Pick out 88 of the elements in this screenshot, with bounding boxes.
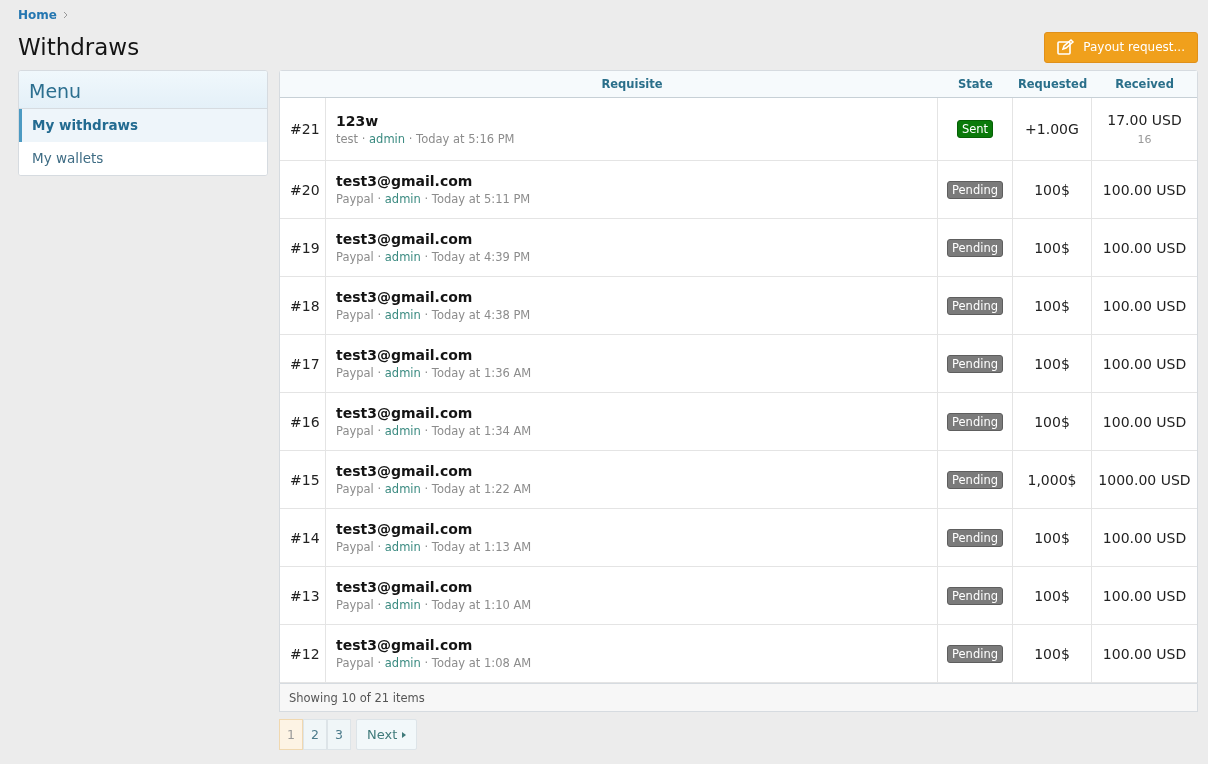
- received-amount: 100.00 USD: [1102, 297, 1187, 314]
- caret-icon: [402, 731, 407, 738]
- requested-amount: 1,000$: [1027, 471, 1077, 488]
- received-amount: 100.00 USD: [1102, 355, 1187, 372]
- requested-amount: 100$: [1034, 297, 1070, 314]
- received-amount: 100.00 USD: [1102, 239, 1187, 256]
- user-link[interactable]: admin: [369, 131, 406, 146]
- received-amount: 1000.00 USD: [1098, 471, 1191, 488]
- requisite-meta: Paypal · admin · Today at 4:39 PM: [336, 250, 531, 264]
- requested-amount: 100$: [1034, 413, 1070, 430]
- requisite-meta: Paypal · admin · Today at 1:08 AM: [336, 656, 532, 670]
- state-badge: Pending: [947, 296, 1003, 315]
- requisite-meta: Paypal · admin · Today at 5:11 PM: [336, 192, 531, 206]
- requested-amount: 100$: [1034, 355, 1070, 372]
- requisite-title: test3@gmail.com: [336, 289, 473, 305]
- user-link[interactable]: admin: [384, 598, 421, 612]
- requested-amount: 100$: [1034, 181, 1070, 198]
- received-note: 16: [1137, 133, 1152, 146]
- row-number: #20: [290, 181, 320, 198]
- received-amount: 100.00 USD: [1102, 529, 1187, 546]
- requisite-meta: Paypal · admin · Today at 1:34 AM: [336, 424, 532, 438]
- column-header: Requested: [1016, 76, 1089, 93]
- requested-amount: 100$: [1034, 239, 1070, 256]
- state-badge: Pending: [947, 528, 1003, 547]
- requisite-title: test3@gmail.com: [336, 405, 473, 421]
- requisite-title: test3@gmail.com: [336, 347, 473, 363]
- received-amount: 100.00 USD: [1102, 587, 1187, 604]
- chevron-icon: [62, 11, 68, 19]
- column-header: State: [957, 76, 994, 93]
- row-number: #18: [290, 297, 320, 314]
- row-number: #21: [290, 121, 320, 137]
- requisite-title: test3@gmail.com: [336, 231, 473, 247]
- requisite-title: test3@gmail.com: [336, 463, 473, 479]
- row-number: #12: [290, 645, 320, 662]
- state-badge: Pending: [947, 238, 1003, 257]
- requisite-meta: Paypal · admin · Today at 1:22 AM: [336, 482, 532, 496]
- column-header: Received: [1114, 76, 1175, 93]
- requisite-title: test3@gmail.com: [336, 637, 473, 653]
- items-count: Showing 10 of 21 items: [289, 690, 425, 705]
- row-number: #14: [290, 529, 320, 546]
- user-link[interactable]: admin: [384, 308, 421, 322]
- requisite-meta: Paypal · admin · Today at 1:36 AM: [336, 366, 532, 380]
- row-number: #15: [290, 471, 320, 488]
- page-title: Withdraws: [18, 34, 140, 60]
- page-button[interactable]: 1: [279, 719, 303, 750]
- user-link[interactable]: admin: [384, 656, 421, 670]
- payout-request-button[interactable]: Payout request...: [1044, 31, 1198, 63]
- user-link[interactable]: admin: [384, 540, 421, 554]
- row-number: #13: [290, 587, 320, 604]
- requested-amount: 100$: [1034, 587, 1070, 604]
- next-button[interactable]: Next: [356, 719, 418, 750]
- user-link[interactable]: admin: [384, 366, 421, 380]
- state-badge: Pending: [947, 470, 1003, 489]
- received-amount: 100.00 USD: [1102, 645, 1187, 662]
- breadcrumb-link[interactable]: Home: [18, 8, 57, 22]
- user-link[interactable]: admin: [384, 192, 421, 206]
- menu-title: Menu: [19, 71, 267, 109]
- requisite-meta: Paypal · admin · Today at 4:38 PM: [336, 308, 531, 322]
- received-amount: 17.00 USD: [1107, 112, 1182, 128]
- state-badge: Pending: [947, 354, 1003, 373]
- state-badge: Pending: [947, 412, 1003, 431]
- page-button[interactable]: 3: [327, 719, 351, 750]
- column-header: Requisite: [600, 76, 664, 93]
- requested-amount: 100$: [1034, 529, 1070, 546]
- edit-icon: [1057, 39, 1076, 55]
- user-link[interactable]: admin: [384, 424, 421, 438]
- state-badge: Pending: [947, 586, 1003, 605]
- state-badge: Sent: [956, 120, 994, 138]
- menu-item[interactable]: My withdraws: [19, 109, 267, 142]
- row-number: #16: [290, 413, 320, 430]
- requisite-title: 123w: [336, 112, 379, 129]
- user-link[interactable]: admin: [384, 482, 421, 496]
- state-badge: Pending: [947, 180, 1003, 199]
- row-number: #19: [290, 239, 320, 256]
- row-number: #17: [290, 355, 320, 372]
- page-button[interactable]: 2: [303, 719, 327, 750]
- user-link[interactable]: admin: [384, 250, 421, 264]
- requested-amount: +1.00G: [1025, 121, 1079, 137]
- requisite-title: test3@gmail.com: [336, 173, 473, 189]
- state-badge: Pending: [947, 644, 1003, 663]
- requested-amount: 100$: [1034, 645, 1070, 662]
- received-amount: 100.00 USD: [1102, 413, 1187, 430]
- received-amount: 100.00 USD: [1102, 181, 1187, 198]
- requisite-meta: Paypal · admin · Today at 1:10 AM: [336, 598, 532, 612]
- requisite-title: test3@gmail.com: [336, 521, 473, 537]
- requisite-title: test3@gmail.com: [336, 579, 473, 595]
- requisite-meta: test · admin · Today at 5:16 PM: [336, 131, 515, 146]
- requisite-meta: Paypal · admin · Today at 1:13 AM: [336, 540, 532, 554]
